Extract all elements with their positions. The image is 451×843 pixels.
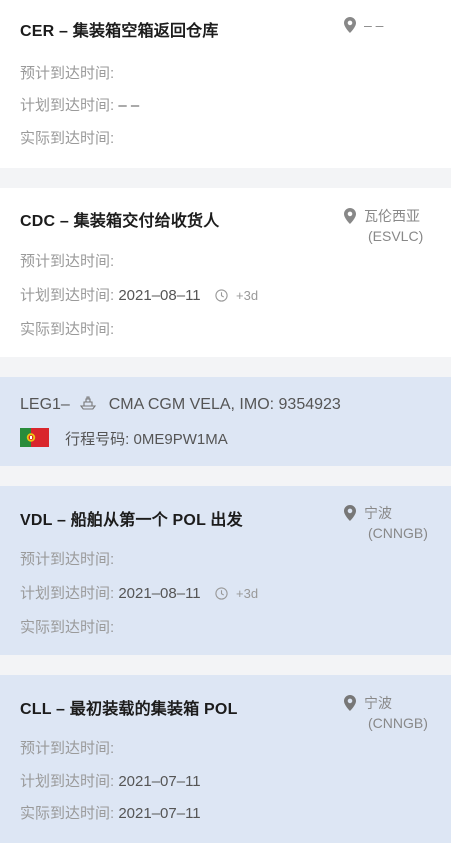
estimated-time-row: 预计到达时间: <box>20 548 114 569</box>
planned-time-row: 计划到达时间: 2021–08–11 +3d <box>20 582 258 604</box>
estimated-time-row: 预计到达时间: <box>20 62 114 83</box>
location-pin-icon <box>344 17 356 37</box>
actual-label: 实际到达时间: <box>20 321 115 338</box>
planned-label: 计划到达时间: <box>20 773 115 790</box>
ship-icon <box>80 395 97 416</box>
location-pin-icon <box>344 505 356 525</box>
clock-icon <box>215 587 228 604</box>
event-card-cer: CER – 集装箱空箱返回仓库 – – 预计到达时间: 计划到达时间: – – … <box>0 0 451 168</box>
estimated-label: 预计到达时间: <box>20 253 115 270</box>
location-code: (CNNGB) <box>368 715 428 731</box>
portugal-flag-icon <box>20 428 49 451</box>
event-title: VDL – 船舶从第一个 POL 出发 <box>20 512 243 529</box>
planned-value: 2021–08–11 <box>118 585 201 602</box>
event-card-cll: CLL – 最初装载的集装箱 POL 宁波 (CNNGB) 预计到达时间: 计划… <box>0 675 451 843</box>
planned-label: 计划到达时间: <box>20 287 115 304</box>
location-name: 宁波 <box>364 695 392 711</box>
leg-prefix: LEG1– <box>20 396 70 413</box>
actual-time-row: 实际到达时间: <box>20 127 114 148</box>
location-pin-icon <box>344 208 356 228</box>
event-title: CLL – 最初装载的集装箱 POL <box>20 701 238 718</box>
estimated-time-row: 预计到达时间: <box>20 737 114 758</box>
planned-value: 2021–08–11 <box>118 287 201 304</box>
planned-label: 计划到达时间: <box>20 585 115 602</box>
planned-label: 计划到达时间: <box>20 97 115 114</box>
trip-number: 0ME9PW1MA <box>133 431 228 448</box>
location-code: (ESVLC) <box>368 228 424 244</box>
planned-value: – – <box>118 97 140 114</box>
event-title: CER – 集装箱空箱返回仓库 <box>20 23 219 40</box>
actual-time-row: 实际到达时间: <box>20 616 114 637</box>
event-card-cdc: CDC – 集装箱交付给收货人 瓦伦西亚 (ESVLC) 预计到达时间: 计划到… <box>0 188 451 357</box>
location-name: – – <box>364 17 384 33</box>
actual-time-row: 实际到达时间: <box>20 318 114 339</box>
planned-time-row: 计划到达时间: – – <box>20 94 139 115</box>
estimated-label: 预计到达时间: <box>20 65 115 82</box>
planned-time-row: 计划到达时间: 2021–08–11 +3d <box>20 284 258 306</box>
location-name: 瓦伦西亚 <box>364 208 420 224</box>
planned-value: 2021–07–11 <box>118 773 201 790</box>
estimated-label: 预计到达时间: <box>20 551 115 568</box>
actual-label: 实际到达时间: <box>20 130 115 147</box>
actual-time-row: 实际到达时间: 2021–07–11 <box>20 802 201 823</box>
actual-label: 实际到达时间: <box>20 619 115 636</box>
planned-offset: +3d <box>236 586 259 601</box>
planned-offset: +3d <box>236 288 259 303</box>
estimated-label: 预计到达时间: <box>20 740 115 757</box>
clock-icon <box>215 289 228 306</box>
event-card-vdl: VDL – 船舶从第一个 POL 出发 宁波 (CNNGB) 预计到达时间: 计… <box>0 486 451 655</box>
planned-time-row: 计划到达时间: 2021–07–11 <box>20 770 201 791</box>
event-title: CDC – 集装箱交付给收货人 <box>20 213 220 230</box>
location-pin-icon <box>344 695 356 715</box>
leg-vessel-line: LEG1– CMA CGM VELA, IMO: 9354923 <box>20 395 341 416</box>
vessel-info: CMA CGM VELA, IMO: 9354923 <box>108 396 341 413</box>
location-code: (CNNGB) <box>368 525 428 541</box>
estimated-time-row: 预计到达时间: <box>20 250 114 271</box>
actual-value: 2021–07–11 <box>118 805 201 822</box>
actual-label: 实际到达时间: <box>20 805 115 822</box>
location-name: 宁波 <box>364 505 392 521</box>
trip-number-line: 行程号码: 0ME9PW1MA <box>20 428 228 451</box>
trip-label: 行程号码: <box>65 431 130 448</box>
leg-card: LEG1– CMA CGM VELA, IMO: 9354923 行程号码: 0… <box>0 377 451 466</box>
